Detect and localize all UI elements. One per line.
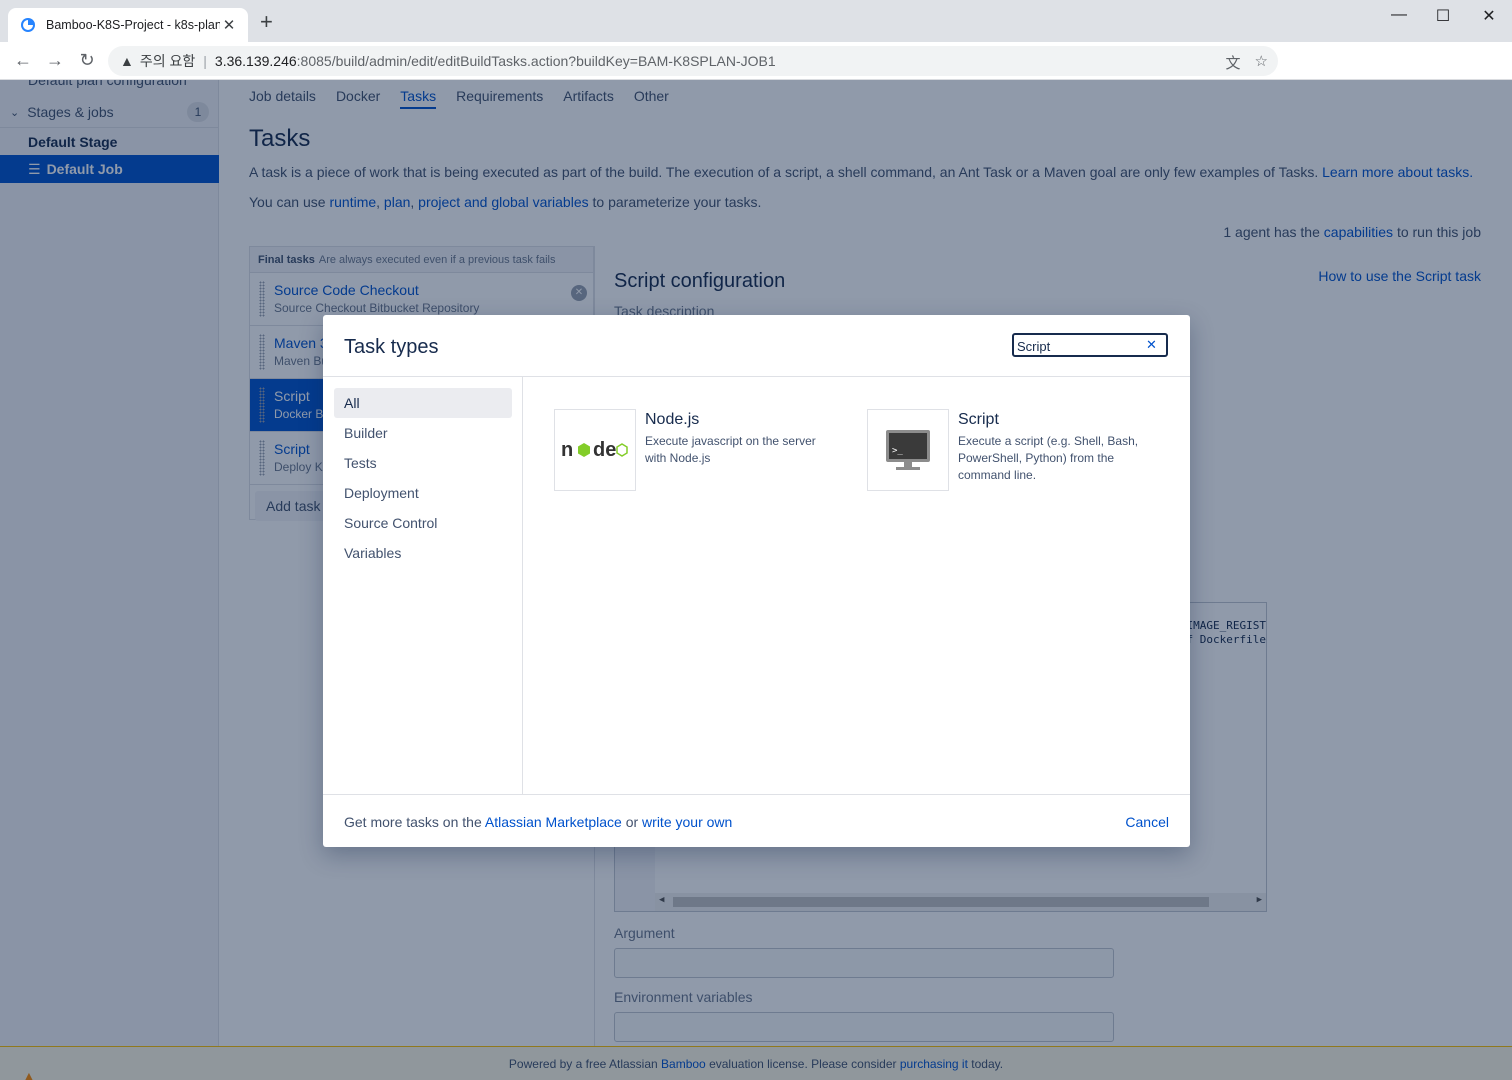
window-close-icon[interactable]: ✕: [1466, 6, 1512, 26]
task-type-name: Node.js: [645, 411, 700, 428]
task-search-input[interactable]: [1012, 333, 1168, 357]
category-all[interactable]: All: [334, 388, 512, 418]
category-builder[interactable]: Builder: [334, 418, 512, 448]
minimize-icon[interactable]: —: [1376, 6, 1422, 24]
atlassian-marketplace-link[interactable]: Atlassian Marketplace: [485, 814, 622, 830]
footer-prefix: Get more tasks on the: [344, 814, 482, 830]
new-tab-icon[interactable]: +: [260, 11, 273, 33]
translate-icon[interactable]: 文: [1226, 52, 1241, 73]
footer-or: or: [625, 814, 639, 830]
security-warning-label[interactable]: 주의 요함: [140, 51, 195, 71]
url-host: 3.36.139.246: [214, 53, 297, 69]
marketplace-hint: Get more tasks on the Atlassian Marketpl…: [344, 814, 732, 830]
browser-tab-strip: Bamboo-K8S-Project - k8s-plan ✕ + — ☐ ✕: [0, 0, 1512, 42]
back-icon[interactable]: ←: [12, 50, 34, 71]
task-type-name: Script: [958, 411, 999, 428]
dialog-title: Task types: [344, 336, 439, 358]
category-deployment[interactable]: Deployment: [334, 478, 512, 508]
dialog-header: Task types ✕: [323, 315, 1190, 377]
task-type-desc: Execute javascript on the server with No…: [645, 434, 816, 465]
tab-title: Bamboo-K8S-Project - k8s-plan: [46, 18, 220, 32]
tab-close-icon[interactable]: ✕: [220, 16, 238, 34]
maximize-icon[interactable]: ☐: [1420, 6, 1466, 26]
terminal-icon: >_: [867, 409, 949, 491]
warning-triangle-icon[interactable]: ▲: [120, 53, 134, 69]
address-separator: |: [203, 53, 207, 69]
bookmark-star-icon[interactable]: ☆: [1255, 52, 1268, 73]
cancel-button[interactable]: Cancel: [1125, 814, 1169, 830]
category-tests[interactable]: Tests: [334, 448, 512, 478]
task-type-script[interactable]: >_ Script Execute a script (e.g. Shell, …: [867, 409, 1157, 493]
browser-toolbar: ← → ↻ ▲ 주의 요함 | 3.36.139.246:8085/build/…: [0, 42, 1512, 114]
task-type-desc: Execute a script (e.g. Shell, Bash, Powe…: [958, 434, 1139, 482]
write-your-own-link[interactable]: write your own: [642, 814, 732, 830]
bamboo-favicon-icon: [21, 18, 35, 32]
address-bar[interactable]: ▲ 주의 요함 | 3.36.139.246:8085/build/admin/…: [108, 46, 1278, 76]
dialog-footer: Get more tasks on the Atlassian Marketpl…: [323, 794, 1190, 847]
task-type-results: n de Node.js Execute javascript on the s…: [523, 377, 1190, 794]
browser-tab[interactable]: Bamboo-K8S-Project - k8s-plan ✕: [8, 8, 248, 42]
task-type-nodejs[interactable]: n de Node.js Execute javascript on the s…: [554, 409, 844, 493]
svg-text:de: de: [593, 439, 616, 461]
task-types-dialog: Task types ✕ All Builder Tests Deploymen…: [323, 315, 1190, 847]
svg-text:>_: >_: [892, 446, 903, 456]
reload-icon[interactable]: ↻: [76, 50, 98, 71]
svg-text:n: n: [561, 439, 573, 461]
clear-search-icon[interactable]: ✕: [1146, 337, 1157, 353]
url-path: :8085/build/admin/edit/editBuildTasks.ac…: [296, 53, 776, 69]
task-category-nav: All Builder Tests Deployment Source Cont…: [323, 377, 523, 794]
nodejs-logo-icon: n de: [554, 409, 636, 491]
address-bar-actions: 文 ☆: [1226, 52, 1268, 73]
category-source-control[interactable]: Source Control: [334, 508, 512, 538]
forward-icon[interactable]: →: [44, 50, 66, 71]
category-variables[interactable]: Variables: [334, 538, 512, 568]
